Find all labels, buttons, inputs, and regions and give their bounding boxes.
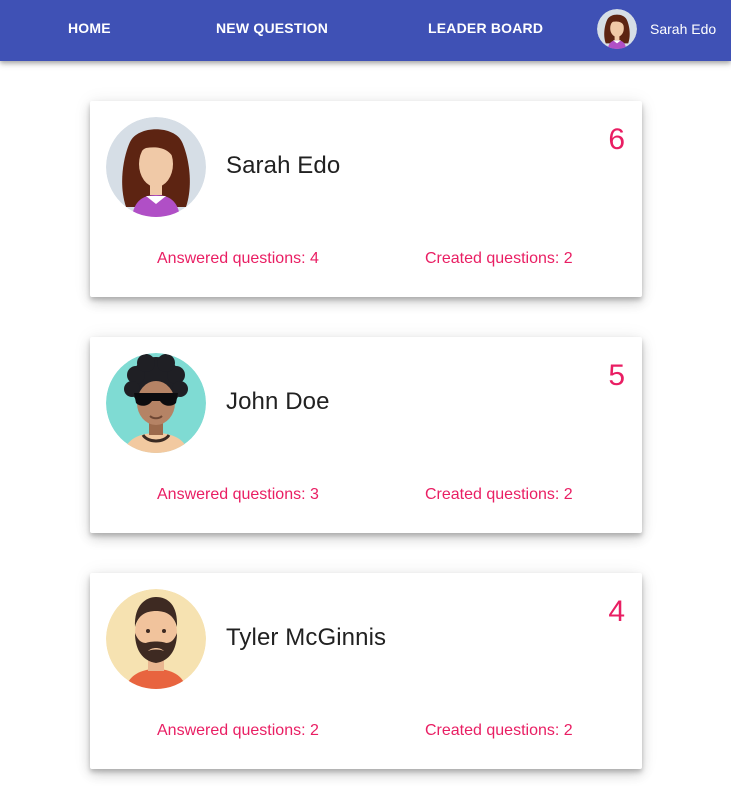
female-avatar-icon	[597, 8, 637, 49]
male-afro-sunglasses-avatar-icon	[106, 353, 206, 453]
answered-questions-count: Answered questions: 2	[157, 722, 319, 739]
female-avatar-icon	[106, 117, 206, 217]
answered-questions-count: Answered questions: 4	[157, 250, 319, 267]
user-score: 6	[608, 123, 625, 156]
created-questions-count: Created questions: 2	[425, 486, 573, 503]
user-name: Sarah Edo	[226, 152, 341, 179]
current-user-name: Sarah Edo	[650, 20, 717, 37]
nav-new-question-link[interactable]: NEW QUESTION	[216, 0, 328, 56]
created-questions-count: Created questions: 2	[425, 250, 573, 267]
app-bar: HOME NEW QUESTION LEADER BOARD Sarah Edo	[0, 0, 731, 61]
user-name: John Doe	[226, 388, 330, 415]
leaderboard-card: Sarah Edo 6 Answered questions: 4 Create…	[90, 101, 642, 297]
current-user-menu[interactable]: Sarah Edo	[597, 8, 716, 49]
leaderboard-card: John Doe 5 Answered questions: 3 Created…	[90, 337, 642, 533]
nav-leader-board-link[interactable]: LEADER BOARD	[428, 0, 543, 56]
leaderboard-card: Tyler McGinnis 4 Answered questions: 2 C…	[90, 573, 642, 769]
male-bearded-avatar-icon	[106, 589, 206, 689]
nav-home-link[interactable]: HOME	[68, 0, 111, 56]
user-score: 4	[608, 595, 625, 628]
user-name: Tyler McGinnis	[226, 624, 387, 651]
answered-questions-count: Answered questions: 3	[157, 486, 319, 503]
user-score: 5	[608, 359, 625, 392]
created-questions-count: Created questions: 2	[425, 722, 573, 739]
